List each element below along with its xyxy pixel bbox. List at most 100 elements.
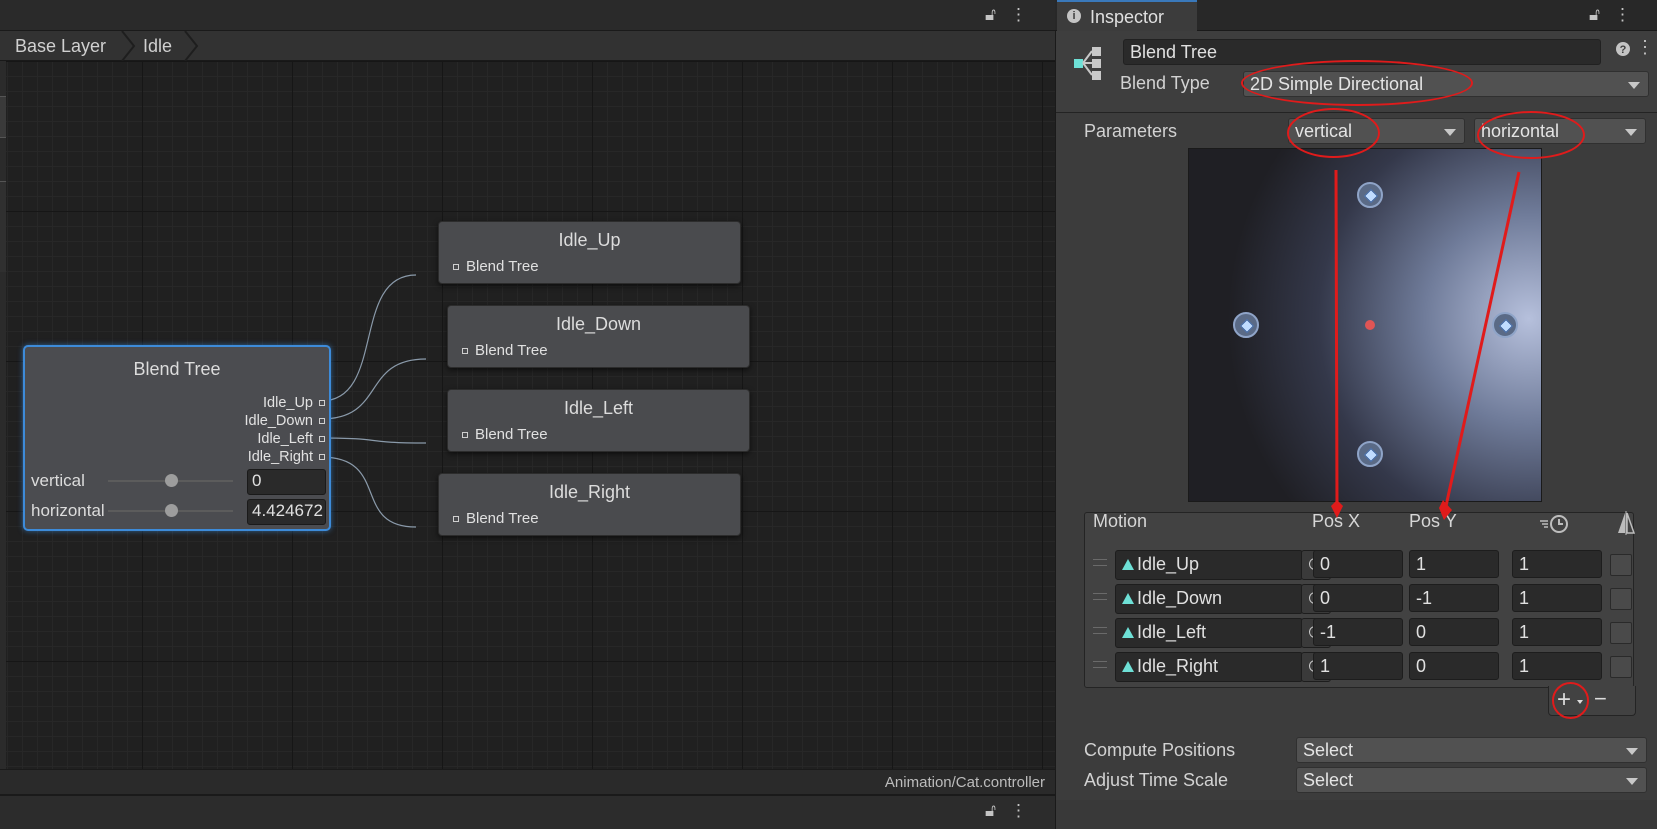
chevron-down-icon xyxy=(1625,129,1637,136)
param-label-horizontal: horizontal xyxy=(31,501,105,520)
annotation-circle-add-button xyxy=(1552,682,1589,719)
drag-handle-icon[interactable] xyxy=(1093,593,1107,600)
parameters-label: Parameters xyxy=(1084,121,1178,141)
annotation-arrows xyxy=(1331,170,1521,520)
breadcrumb: Base Layer Idle xyxy=(0,31,1055,61)
adjust-time-scale-dropdown[interactable]: Select xyxy=(1296,767,1647,793)
animator-topbar: 🔓︎⋮ xyxy=(0,0,1055,31)
breadcrumb-separator-icon xyxy=(121,31,136,61)
pos-y-field[interactable]: -1 xyxy=(1409,584,1499,612)
node-title: Idle_Right xyxy=(548,482,631,502)
drag-handle-icon[interactable] xyxy=(1093,661,1107,668)
annotation-circle-param-y xyxy=(1477,111,1585,159)
node-idle-up[interactable]: Idle_Up Blend Tree xyxy=(438,221,741,284)
chevron-down-icon xyxy=(1628,82,1640,89)
mirror-checkbox[interactable] xyxy=(1610,656,1632,678)
pos-x-field[interactable]: 0 xyxy=(1313,584,1403,612)
pos-y-field[interactable]: 0 xyxy=(1409,618,1499,646)
drag-handle-icon[interactable] xyxy=(1093,559,1107,566)
motion-name: Idle_Right xyxy=(1137,656,1219,676)
annotation-circle-param-x xyxy=(1287,108,1380,158)
list-item[interactable]: Idle_Right 1 0 1 xyxy=(1085,649,1635,683)
output-port-idle-down[interactable]: Idle_Down xyxy=(244,413,325,429)
blend-type-label: Blend Type xyxy=(1120,73,1210,93)
motion-field[interactable]: Idle_Left xyxy=(1115,618,1303,648)
list-item[interactable]: Idle_Left -1 0 1 xyxy=(1085,615,1635,649)
list-item[interactable]: Idle_Up 0 1 1 xyxy=(1085,547,1635,581)
adjust-time-scale-value: Select xyxy=(1303,770,1354,790)
adjust-time-scale-label: Adjust Time Scale xyxy=(1084,770,1229,790)
node-title: Idle_Up xyxy=(558,230,621,250)
chevron-down-icon xyxy=(1626,778,1638,785)
chevron-down-icon xyxy=(1444,129,1456,136)
pos-x-field[interactable]: 1 xyxy=(1313,652,1403,680)
bottom-bar-icons: 🔓︎⋮ xyxy=(985,801,1041,821)
mirror-checkbox[interactable] xyxy=(1610,588,1632,610)
breadcrumb-end-icon xyxy=(184,31,199,61)
breadcrumb-idle[interactable]: Idle xyxy=(143,31,172,61)
annotation-arrow-pos-y xyxy=(1444,171,1521,507)
lock-icon[interactable]: 🔓︎ xyxy=(985,5,1010,24)
list-item[interactable]: Idle_Down 0 -1 1 xyxy=(1085,581,1635,615)
node-input-port[interactable]: Blend Tree xyxy=(462,342,548,359)
remove-motion-button[interactable]: − xyxy=(1594,686,1607,712)
animation-clip-icon xyxy=(1122,661,1134,672)
kebab-menu-icon[interactable]: ⋮ xyxy=(1614,5,1645,24)
component-menu-icon[interactable]: ⋮ xyxy=(1636,37,1654,58)
pos-y-field[interactable]: 0 xyxy=(1409,652,1499,680)
blend-tree-node-title: Blend Tree xyxy=(133,359,221,379)
time-scale-icon xyxy=(1540,515,1568,533)
breadcrumb-base-layer[interactable]: Base Layer xyxy=(15,31,106,61)
inspector-topbar-icons: 🔓︎⋮ xyxy=(1589,5,1645,25)
motion-field[interactable]: Idle_Right xyxy=(1115,652,1303,682)
output-port-idle-left[interactable]: Idle_Left xyxy=(257,431,325,447)
motion-field[interactable]: Idle_Up xyxy=(1115,550,1303,580)
param-value-vertical[interactable]: 0 xyxy=(247,469,326,495)
blend-tree-icon xyxy=(1074,47,1101,80)
motion-name: Idle_Left xyxy=(1137,622,1207,642)
drag-handle-icon[interactable] xyxy=(1093,627,1107,634)
kebab-menu-icon[interactable]: ⋮ xyxy=(1010,801,1041,820)
pos-x-field[interactable]: 0 xyxy=(1313,550,1403,578)
animator-footer: Animation/Cat.controller xyxy=(0,769,1055,794)
pos-x-field[interactable]: -1 xyxy=(1313,618,1403,646)
pos-y-field[interactable]: 1 xyxy=(1409,550,1499,578)
blend-tree-node[interactable]: Blend Tree Idle_Up Idle_Down Idle_Left I… xyxy=(23,345,331,531)
svg-text:?: ? xyxy=(1620,44,1627,56)
controller-path: Animation/Cat.controller xyxy=(884,774,1045,791)
column-header-motion: Motion xyxy=(1093,511,1148,531)
slider-horizontal-knob[interactable] xyxy=(165,504,178,517)
lock-icon[interactable]: 🔓︎ xyxy=(985,801,1010,820)
speed-field[interactable]: 1 xyxy=(1512,652,1602,680)
node-idle-left[interactable]: Idle_Left Blend Tree xyxy=(447,389,750,452)
tab-inspector[interactable]: i Inspector xyxy=(1057,0,1197,31)
compute-positions-label: Compute Positions xyxy=(1084,740,1236,760)
slider-vertical-knob[interactable] xyxy=(165,474,178,487)
blend-point-idle-left[interactable] xyxy=(1233,312,1259,338)
kebab-menu-icon[interactable]: ⋮ xyxy=(1010,5,1041,24)
animation-clip-icon xyxy=(1122,593,1134,604)
speed-field[interactable]: 1 xyxy=(1512,550,1602,578)
help-icon[interactable]: ? xyxy=(1615,41,1631,57)
node-idle-down[interactable]: Idle_Down Blend Tree xyxy=(447,305,750,368)
mirror-checkbox[interactable] xyxy=(1610,554,1632,576)
node-idle-right[interactable]: Idle_Right Blend Tree xyxy=(438,473,741,536)
compute-positions-dropdown[interactable]: Select xyxy=(1296,737,1647,763)
speed-field[interactable]: 1 xyxy=(1512,618,1602,646)
node-input-port[interactable]: Blend Tree xyxy=(453,258,539,275)
inspector-bottom-area xyxy=(1056,800,1657,829)
output-port-idle-right[interactable]: Idle_Right xyxy=(248,449,325,465)
lock-icon[interactable]: 🔓︎ xyxy=(1589,5,1614,24)
motion-list: Idle_Up 0 1 1 Idle_Down 0 -1 1 Idle_Left… xyxy=(1084,512,1634,688)
animator-topbar-icons: 🔓︎⋮ xyxy=(985,5,1041,25)
motion-name: Idle_Down xyxy=(1137,588,1223,608)
param-value-horizontal[interactable]: 4.424672 xyxy=(247,499,326,525)
output-port-idle-up[interactable]: Idle_Up xyxy=(263,395,325,411)
annotation-circle-blend-type xyxy=(1241,60,1473,106)
mirror-checkbox[interactable] xyxy=(1610,622,1632,644)
speed-field[interactable]: 1 xyxy=(1512,584,1602,612)
motion-field[interactable]: Idle_Down xyxy=(1115,584,1303,614)
node-input-port[interactable]: Blend Tree xyxy=(462,426,548,443)
node-title: Idle_Down xyxy=(555,314,642,334)
node-input-port[interactable]: Blend Tree xyxy=(453,510,539,527)
